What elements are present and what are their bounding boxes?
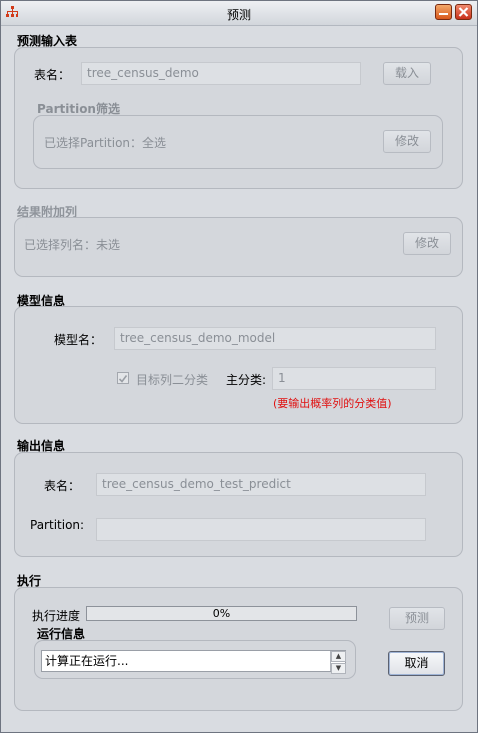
load-button[interactable]: 载入 bbox=[383, 62, 431, 85]
checkmark-icon bbox=[118, 375, 128, 383]
input-table-field[interactable]: tree_census_demo bbox=[81, 62, 361, 85]
window-title: 预测 bbox=[226, 8, 251, 22]
binary-checkbox-label: 目标列二分类 bbox=[136, 373, 209, 387]
output-table-field[interactable]: tree_census_demo_test_predict bbox=[96, 473, 426, 496]
partition-modify-button[interactable]: 修改 bbox=[383, 130, 431, 153]
input-table-label: 表名： bbox=[34, 68, 71, 82]
output-partition-label: Partition: bbox=[30, 518, 85, 532]
binary-checkbox[interactable] bbox=[117, 372, 129, 384]
run-info-spinner[interactable]: ▲ ▼ bbox=[330, 651, 346, 674]
output-table-label: 表名： bbox=[44, 479, 81, 493]
close-icon bbox=[458, 7, 469, 17]
append-modify-button[interactable]: 修改 bbox=[403, 232, 451, 255]
output-panel bbox=[14, 452, 463, 557]
model-panel bbox=[14, 306, 463, 424]
progress-label: 执行进度 bbox=[32, 609, 81, 623]
model-name-label: 模型名： bbox=[54, 333, 103, 347]
model-name-field[interactable]: tree_census_demo_model bbox=[114, 327, 436, 350]
main-class-label: 主分类: bbox=[226, 373, 267, 387]
minimize-icon bbox=[439, 13, 448, 15]
title-bar[interactable]: 预测 bbox=[1, 1, 477, 26]
chevron-down-icon[interactable]: ▼ bbox=[331, 663, 346, 674]
append-selected-text: 已选择列名：未选 bbox=[24, 238, 121, 252]
close-button[interactable] bbox=[455, 4, 472, 20]
minimize-button[interactable] bbox=[435, 4, 452, 20]
main-class-field[interactable]: 1 bbox=[272, 367, 436, 390]
chevron-up-icon[interactable]: ▲ bbox=[331, 651, 346, 662]
run-info-field[interactable]: 计算正在运行... bbox=[41, 650, 346, 672]
main-class-hint: (要输出概率列的分类值) bbox=[273, 397, 392, 410]
partition-selected-text: 已选择Partition：全选 bbox=[44, 136, 167, 150]
cancel-button[interactable]: 取消 bbox=[388, 651, 445, 676]
progress-bar: 0% bbox=[86, 606, 357, 621]
predict-window: 预测 预测输入表 表名： tree_census_demo 载入 Partiti… bbox=[0, 0, 478, 733]
predict-button[interactable]: 预测 bbox=[389, 607, 445, 630]
output-partition-field[interactable] bbox=[96, 518, 426, 541]
